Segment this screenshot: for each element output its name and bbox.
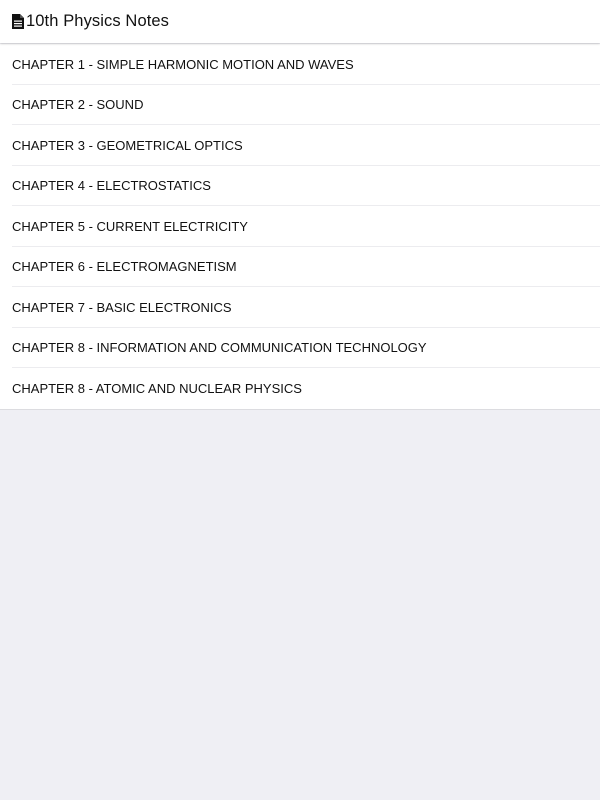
list-item-chapter-7[interactable]: CHAPTER 7 - BASIC ELECTRONICS: [0, 287, 600, 328]
list-item-chapter-3[interactable]: CHAPTER 3 - GEOMETRICAL OPTICS: [0, 125, 600, 166]
chapter-list: CHAPTER 1 - SIMPLE HARMONIC MOTION AND W…: [0, 44, 600, 410]
list-item-label: CHAPTER 5 - CURRENT ELECTRICITY: [12, 218, 248, 234]
list-item-label: CHAPTER 7 - BASIC ELECTRONICS: [12, 299, 232, 315]
list-item-chapter-1[interactable]: CHAPTER 1 - SIMPLE HARMONIC MOTION AND W…: [0, 44, 600, 85]
list-item-label: CHAPTER 3 - GEOMETRICAL OPTICS: [12, 137, 243, 153]
app-header: 10th Physics Notes: [0, 0, 600, 43]
app-root: 10th Physics Notes CHAPTER 1 - SIMPLE HA…: [0, 0, 600, 800]
document-icon: [12, 14, 24, 29]
list-item-chapter-4[interactable]: CHAPTER 4 - ELECTROSTATICS: [0, 166, 600, 207]
list-item-label: CHAPTER 8 - INFORMATION AND COMMUNICATIO…: [12, 340, 427, 356]
list-item-label: CHAPTER 2 - SOUND: [12, 97, 144, 113]
list-item-chapter-5[interactable]: CHAPTER 5 - CURRENT ELECTRICITY: [0, 206, 600, 247]
list-item-label: CHAPTER 6 - ELECTROMAGNETISM: [12, 259, 237, 275]
list-item-chapter-8-nuclear[interactable]: CHAPTER 8 - ATOMIC AND NUCLEAR PHYSICS: [0, 368, 600, 409]
list-item-label: CHAPTER 1 - SIMPLE HARMONIC MOTION AND W…: [12, 56, 354, 72]
page-title: 10th Physics Notes: [26, 12, 170, 30]
list-item-chapter-8-ict[interactable]: CHAPTER 8 - INFORMATION AND COMMUNICATIO…: [0, 328, 600, 369]
list-item-chapter-6[interactable]: CHAPTER 6 - ELECTROMAGNETISM: [0, 247, 600, 288]
list-item-label: CHAPTER 4 - ELECTROSTATICS: [12, 178, 211, 194]
list-item-label: CHAPTER 8 - ATOMIC AND NUCLEAR PHYSICS: [12, 380, 302, 396]
list-item-chapter-2[interactable]: CHAPTER 2 - SOUND: [0, 85, 600, 126]
